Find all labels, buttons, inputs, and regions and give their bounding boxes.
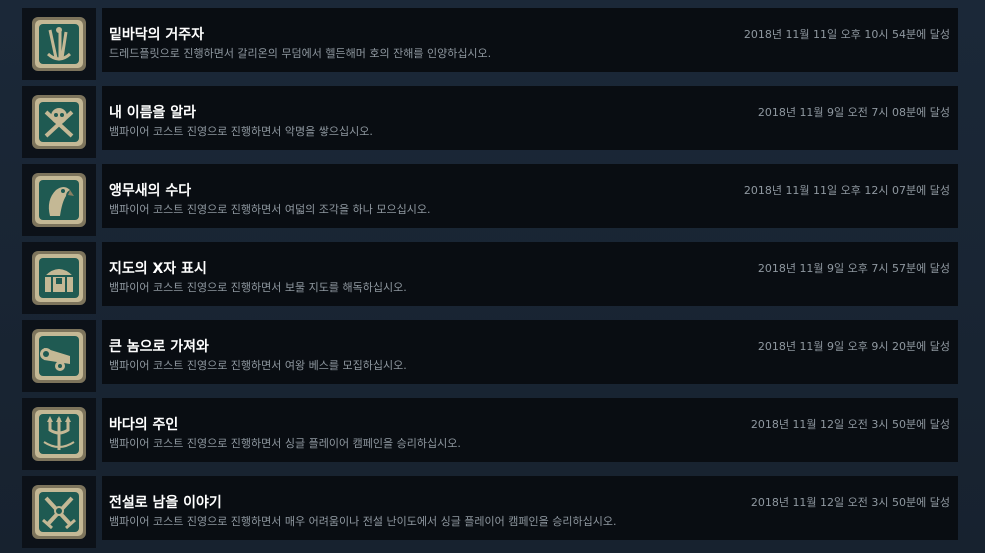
achievement-description: 드레드플릿으로 진행하면서 갈리온의 무덤에서 헬든해머 호의 잔해를 인양하십… (109, 47, 492, 60)
achievement-unlock-date: 2018년 11월 9일 오전 7시 08분에 달성 (757, 106, 950, 119)
achievement-row: 앵무새의 수다 뱀파이어 코스트 진영으로 진행하면서 여덟의 조각을 하나 모… (22, 164, 958, 236)
achievement-title: 지도의 X자 표시 (109, 261, 207, 277)
achievement-title: 바다의 주인 (109, 417, 179, 433)
achievement-unlock-date: 2018년 11월 11일 오후 12시 07분에 달성 (743, 184, 950, 197)
achievement-description: 뱀파이어 코스트 진영으로 진행하면서 보물 지도를 해독하십시오. (109, 281, 407, 294)
wreck-anchor-icon (32, 17, 86, 71)
achievement-text-panel: 앵무새의 수다 뱀파이어 코스트 진영으로 진행하면서 여덟의 조각을 하나 모… (102, 164, 958, 228)
treasure-chest-icon (32, 251, 86, 305)
achievement-unlock-date: 2018년 11월 11일 오후 10시 54분에 달성 (743, 28, 950, 41)
achievement-row: 큰 놈으로 가져와 뱀파이어 코스트 진영으로 진행하면서 여왕 베스를 모집하… (22, 320, 958, 392)
achievement-text-panel: 지도의 X자 표시 뱀파이어 코스트 진영으로 진행하면서 보물 지도를 해독하… (102, 242, 958, 306)
achievement-unlock-date: 2018년 11월 12일 오전 3시 50분에 달성 (750, 496, 950, 509)
achievement-row: 지도의 X자 표시 뱀파이어 코스트 진영으로 진행하면서 보물 지도를 해독하… (22, 242, 958, 314)
achievement-unlock-date: 2018년 11월 9일 오후 7시 57분에 달성 (757, 262, 950, 275)
achievement-row: 내 이름을 알라 뱀파이어 코스트 진영으로 진행하면서 악명을 쌓으십시오. … (22, 86, 958, 158)
achievement-description: 뱀파이어 코스트 진영으로 진행하면서 싱글 플레이어 캠페인을 승리하십시오. (109, 437, 461, 450)
achievement-icon-tile (22, 86, 96, 158)
achievements-page: 밑바닥의 거주자 드레드플릿으로 진행하면서 갈리온의 무덤에서 헬든해머 호의… (0, 0, 985, 553)
achievement-text-panel: 큰 놈으로 가져와 뱀파이어 코스트 진영으로 진행하면서 여왕 베스를 모집하… (102, 320, 958, 384)
achievement-text-panel: 밑바닥의 거주자 드레드플릿으로 진행하면서 갈리온의 무덤에서 헬든해머 호의… (102, 8, 958, 72)
achievement-text-panel: 내 이름을 알라 뱀파이어 코스트 진영으로 진행하면서 악명을 쌓으십시오. … (102, 86, 958, 150)
achievement-description: 뱀파이어 코스트 진영으로 진행하면서 여덟의 조각을 하나 모으십시오. (109, 203, 431, 216)
achievement-icon-tile (22, 320, 96, 392)
achievement-unlock-date: 2018년 11월 9일 오후 9시 20분에 달성 (757, 340, 950, 353)
parrot-icon (32, 173, 86, 227)
achievement-title: 전설로 남을 이야기 (109, 495, 222, 511)
achievement-title: 내 이름을 알라 (109, 105, 197, 121)
achievement-icon-tile (22, 398, 96, 470)
achievement-title: 큰 놈으로 가져와 (109, 339, 209, 355)
achievement-unlock-date: 2018년 11월 12일 오전 3시 50분에 달성 (750, 418, 950, 431)
achievement-description: 뱀파이어 코스트 진영으로 진행하면서 매우 어려움이나 전설 난이도에서 싱글… (109, 515, 617, 528)
achievement-row: 바다의 주인 뱀파이어 코스트 진영으로 진행하면서 싱글 플레이어 캠페인을 … (22, 398, 958, 470)
achievement-row: 밑바닥의 거주자 드레드플릿으로 진행하면서 갈리온의 무덤에서 헬든해머 호의… (22, 8, 958, 80)
achievement-description: 뱀파이어 코스트 진영으로 진행하면서 여왕 베스를 모집하십시오. (109, 359, 407, 372)
achievement-icon-tile (22, 164, 96, 236)
achievement-icon-tile (22, 476, 96, 548)
achievement-text-panel: 바다의 주인 뱀파이어 코스트 진영으로 진행하면서 싱글 플레이어 캠페인을 … (102, 398, 958, 462)
achievement-icon-tile (22, 242, 96, 314)
cannon-icon (32, 329, 86, 383)
achievement-title: 밑바닥의 거주자 (109, 27, 205, 43)
achievement-icon-tile (22, 8, 96, 80)
achievement-title: 앵무새의 수다 (109, 183, 192, 199)
trident-icon (32, 407, 86, 461)
achievement-description: 뱀파이어 코스트 진영으로 진행하면서 악명을 쌓으십시오. (109, 125, 373, 138)
crossed-swords-icon (32, 485, 86, 539)
achievement-row: 전설로 남을 이야기 뱀파이어 코스트 진영으로 진행하면서 매우 어려움이나 … (22, 476, 958, 548)
achievement-text-panel: 전설로 남을 이야기 뱀파이어 코스트 진영으로 진행하면서 매우 어려움이나 … (102, 476, 958, 540)
skull-crossbones-icon (32, 95, 86, 149)
